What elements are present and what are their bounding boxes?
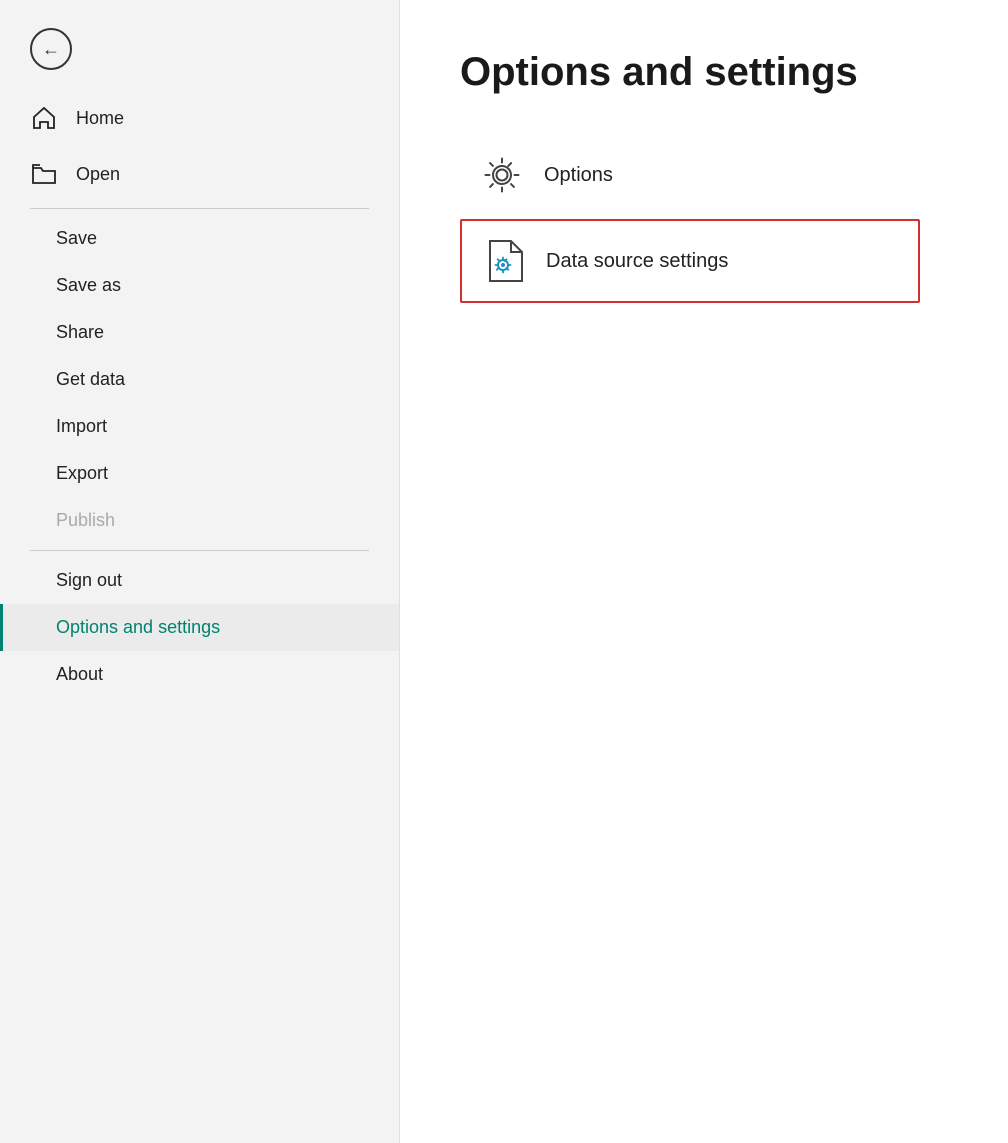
sidebar-item-sign-out[interactable]: Sign out: [0, 557, 399, 604]
options-and-settings-label: Options and settings: [56, 617, 220, 638]
home-icon: [30, 104, 58, 132]
sidebar-home-label: Home: [76, 108, 124, 129]
get-data-label: Get data: [56, 369, 125, 390]
sidebar: ← Home Open Save Save as Share G: [0, 0, 400, 1143]
data-source-settings-label: Data source settings: [546, 250, 728, 273]
sidebar-item-options-and-settings[interactable]: Options and settings: [0, 604, 399, 651]
open-icon: [30, 160, 58, 188]
sidebar-item-import[interactable]: Import: [0, 403, 399, 450]
sidebar-item-home[interactable]: Home: [0, 90, 399, 146]
sidebar-item-save[interactable]: Save: [0, 215, 399, 262]
sidebar-item-about[interactable]: About: [0, 651, 399, 698]
back-button-area[interactable]: ←: [0, 0, 399, 90]
import-label: Import: [56, 416, 107, 437]
sidebar-item-share[interactable]: Share: [0, 309, 399, 356]
options-gear-icon: [480, 153, 524, 197]
publish-label: Publish: [56, 510, 115, 531]
save-as-label: Save as: [56, 275, 121, 296]
sidebar-item-save-as[interactable]: Save as: [0, 262, 399, 309]
back-button[interactable]: ←: [30, 28, 72, 70]
main-content: Options and settings Options Data sou: [400, 0, 1008, 1143]
divider-1: [30, 208, 369, 209]
sidebar-item-publish: Publish: [0, 497, 399, 544]
divider-2: [30, 550, 369, 551]
sidebar-item-export[interactable]: Export: [0, 450, 399, 497]
data-source-icon: [482, 239, 526, 283]
page-title: Options and settings: [460, 50, 948, 95]
sidebar-item-get-data[interactable]: Get data: [0, 356, 399, 403]
about-label: About: [56, 664, 103, 685]
share-label: Share: [56, 322, 104, 343]
sidebar-open-label: Open: [76, 164, 120, 185]
back-arrow-icon: ←: [42, 40, 60, 58]
options-label: Options: [544, 164, 613, 187]
settings-item-data-source[interactable]: Data source settings: [460, 219, 920, 303]
sidebar-item-open[interactable]: Open: [0, 146, 399, 202]
settings-item-options[interactable]: Options: [460, 135, 920, 215]
save-label: Save: [56, 228, 97, 249]
sign-out-label: Sign out: [56, 570, 122, 591]
export-label: Export: [56, 463, 108, 484]
